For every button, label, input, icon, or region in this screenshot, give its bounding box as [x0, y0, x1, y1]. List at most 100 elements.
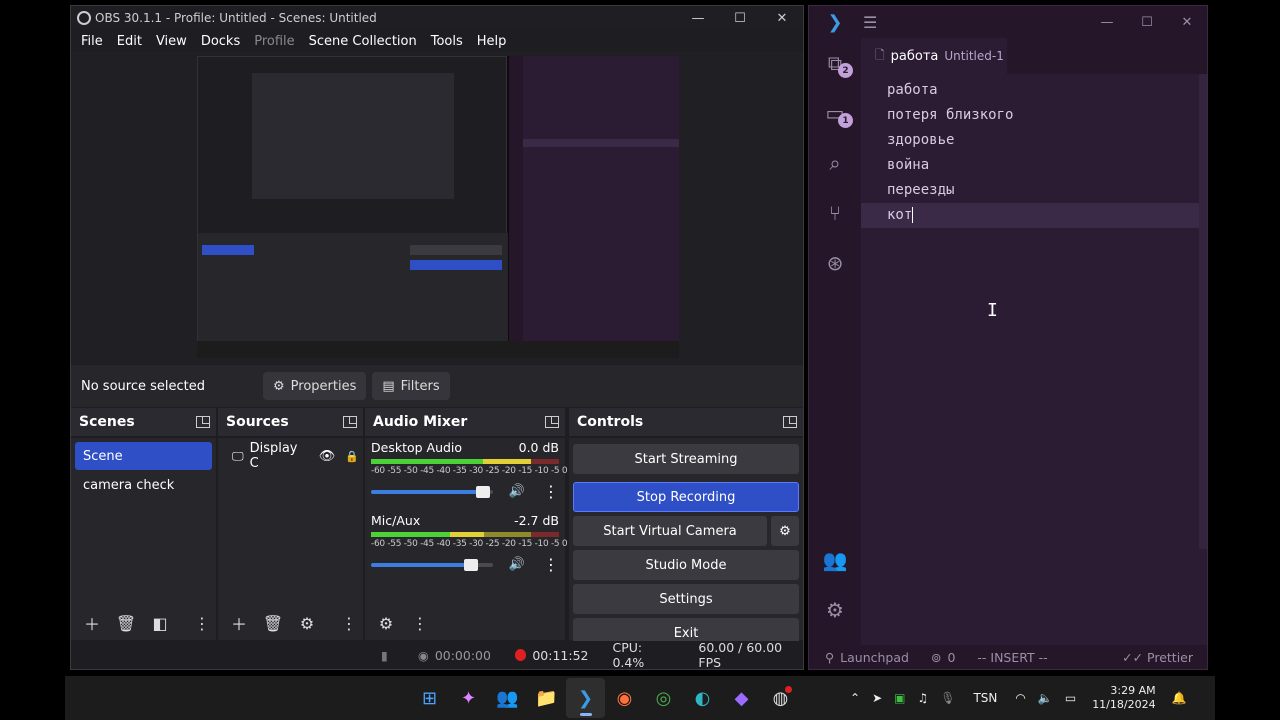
lock-icon[interactable]: 🔒 [345, 450, 359, 463]
settings-gear-icon[interactable]: ⚙ [809, 585, 861, 635]
editor-line[interactable]: переезды [861, 178, 1207, 203]
fader-track[interactable] [371, 558, 493, 571]
maximize-icon[interactable]: ☐ [719, 6, 761, 30]
more-icon[interactable]: ⋮ [543, 555, 559, 574]
nested-button-image [410, 245, 502, 255]
fader-track[interactable] [371, 485, 493, 498]
menu-help[interactable]: Help [470, 34, 514, 49]
remote-icon[interactable]: ⚲ [825, 650, 834, 665]
menu-tools[interactable]: Tools [424, 34, 470, 49]
more-icon[interactable]: ⋮ [341, 614, 357, 633]
source-properties-button[interactable]: ⚙ [292, 611, 322, 635]
start-streaming-button[interactable]: Start Streaming [573, 444, 799, 474]
more-icon[interactable]: ⋮ [405, 611, 435, 635]
file-explorer-icon[interactable]: 📁 [527, 678, 566, 718]
menu-icon[interactable]: ☰ [863, 13, 877, 32]
source-item[interactable]: 🖵 Display C 👁 🔒 [222, 441, 359, 471]
close-icon[interactable]: ✕ [1167, 15, 1207, 30]
clock[interactable]: 3:29 AM 11/18/2024 [1092, 684, 1155, 712]
source-control-icon[interactable]: ⑂ [809, 188, 861, 238]
volume-fader[interactable]: 🔊 ⋮ [371, 555, 559, 574]
more-icon[interactable]: ⋮ [194, 614, 210, 633]
speaker-icon[interactable]: 🔊 [509, 557, 525, 572]
menu-view[interactable]: View [149, 34, 194, 49]
tray-app-icon[interactable]: ▣ [894, 691, 905, 705]
properties-button[interactable]: ⚙ Properties [263, 372, 367, 400]
start-icon[interactable]: ⊞ [410, 678, 449, 718]
undock-icon[interactable] [343, 416, 357, 428]
menu-scene-collection[interactable]: Scene Collection [302, 34, 424, 49]
editor-line[interactable]: работа [861, 78, 1207, 103]
ports-count[interactable]: 0 [947, 650, 955, 665]
wifi-icon[interactable]: ◠ [1015, 691, 1025, 705]
git-graph-icon[interactable]: ⊛ [809, 238, 861, 288]
teams-icon[interactable]: 👥 [488, 678, 527, 718]
menu-edit[interactable]: Edit [110, 34, 149, 49]
virtual-camera-settings-button[interactable]: ⚙ [771, 516, 799, 546]
scene-filters-button[interactable]: ◧ [145, 611, 175, 635]
music-icon[interactable]: ♫ [917, 691, 928, 705]
filters-button[interactable]: ▤ Filters [372, 372, 450, 400]
search-icon[interactable]: ⌕ [809, 138, 861, 188]
ports-icon[interactable]: ⊚ [931, 650, 941, 665]
chrome-icon[interactable]: ◎ [644, 678, 683, 718]
scene-item[interactable]: camera check [75, 471, 212, 499]
remove-scene-button[interactable]: 🗑 [111, 611, 141, 635]
volume-fader[interactable]: 🔊 ⋮ [371, 482, 559, 501]
menu-file[interactable]: File [74, 34, 110, 49]
eye-icon[interactable]: 👁 [319, 449, 336, 464]
edge-icon[interactable]: ◐ [683, 678, 722, 718]
stop-recording-button[interactable]: Stop Recording [573, 482, 799, 512]
volume-icon[interactable]: 🔈 [1038, 691, 1053, 705]
menu-docks[interactable]: Docks [194, 34, 247, 49]
settings-button[interactable]: Settings [573, 584, 799, 614]
editor-area[interactable]: работа потеря близкого здоровье война пе… [861, 74, 1207, 645]
preview-area[interactable] [71, 52, 803, 364]
channel-db: -2.7 dB [514, 513, 559, 528]
editor-line[interactable]: потеря близкого [861, 103, 1207, 128]
prettier-status[interactable]: ✓✓ Prettier [1122, 650, 1193, 665]
more-icon[interactable]: ⋮ [543, 482, 559, 501]
obsidian-icon[interactable]: ◆ [722, 678, 761, 718]
studio-mode-button[interactable]: Studio Mode [573, 550, 799, 580]
notification-bell-icon[interactable]: 🔔 [1172, 691, 1187, 705]
undock-icon[interactable] [196, 416, 210, 428]
accounts-icon[interactable]: 👥 [809, 535, 861, 585]
scene-item[interactable]: Scene [75, 442, 212, 470]
editor-line-current[interactable]: кот [861, 203, 1207, 228]
battery-icon[interactable]: ▭ [1065, 691, 1076, 705]
language-indicator[interactable]: TSN [973, 691, 997, 705]
minimize-icon[interactable]: — [677, 6, 719, 30]
fader-knob[interactable] [464, 558, 479, 571]
mic-icon[interactable]: 🎙 [940, 691, 955, 705]
vscode-taskbar-icon[interactable]: ❯ [566, 678, 605, 718]
remote-explorer-icon[interactable]: ▭ 1 [809, 88, 861, 138]
editor-line[interactable]: война [861, 153, 1207, 178]
advanced-audio-button[interactable]: ⚙ [371, 611, 401, 635]
extensions-icon[interactable]: ⧉ 2 [809, 38, 861, 88]
menu-profile[interactable]: Profile [247, 34, 301, 49]
editor-tab[interactable]: 🗋 работа Untitled-1 [861, 38, 1007, 74]
copilot-icon[interactable]: ✦ [449, 678, 488, 718]
remove-source-button[interactable]: 🗑 [258, 611, 288, 635]
firefox-icon[interactable]: ◉ [605, 678, 644, 718]
add-scene-button[interactable]: ＋ [77, 611, 107, 635]
chevron-up-icon[interactable]: ⌃ [850, 691, 860, 705]
obs-taskbar-icon[interactable]: ◍ [761, 678, 800, 718]
sources-dock: Sources 🖵 Display C 👁 🔒 ＋ 🗑 ⚙ ⋮ [218, 408, 363, 640]
speaker-icon[interactable]: 🔊 [509, 484, 525, 499]
telegram-icon[interactable]: ➤ [872, 691, 882, 705]
maximize-icon[interactable]: ☐ [1127, 15, 1167, 30]
controls-header: Controls [569, 408, 803, 436]
add-source-button[interactable]: ＋ [224, 611, 254, 635]
launchpad-label[interactable]: Launchpad [840, 650, 909, 665]
minimize-icon[interactable]: — [1087, 15, 1127, 30]
undock-icon[interactable] [783, 416, 797, 428]
close-icon[interactable]: ✕ [761, 6, 803, 30]
obs-logo-icon [77, 11, 91, 25]
fader-knob[interactable] [476, 485, 491, 498]
undock-icon[interactable] [545, 416, 559, 428]
editor-line[interactable]: здоровье [861, 128, 1207, 153]
start-virtual-camera-button[interactable]: Start Virtual Camera [573, 516, 767, 546]
scrollbar[interactable] [1199, 74, 1207, 549]
